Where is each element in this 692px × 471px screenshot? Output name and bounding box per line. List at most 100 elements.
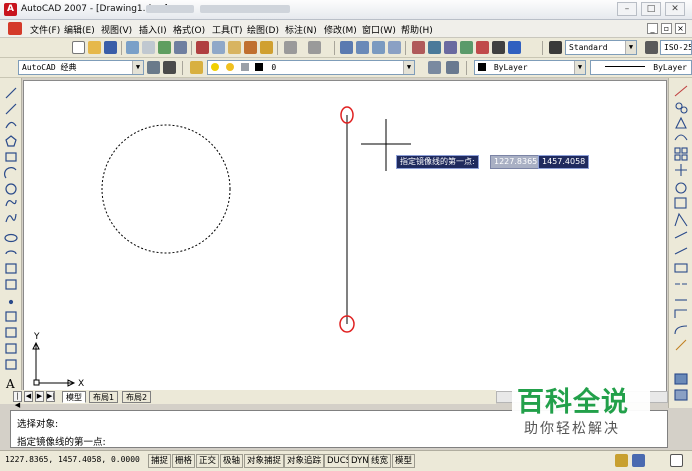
sheet-set-icon[interactable] bbox=[460, 41, 473, 54]
region-icon bbox=[5, 343, 17, 354]
zoom-realtime-icon[interactable] bbox=[356, 41, 369, 54]
dynamic-input-y[interactable]: 1457.4058 bbox=[538, 155, 590, 169]
trim-icon bbox=[674, 231, 688, 239]
paste-icon[interactable] bbox=[228, 41, 241, 54]
zoom-previous-icon[interactable] bbox=[388, 41, 401, 54]
dim-style-select[interactable]: ISO-25 bbox=[660, 40, 692, 55]
mdi-close-button[interactable]: × bbox=[675, 23, 686, 34]
status-bar: 1227.8365, 1457.4058, 0.0000 捕捉 栅格 正交 极轴… bbox=[0, 450, 692, 471]
dim-style-icon[interactable] bbox=[645, 41, 658, 54]
close-button[interactable]: ✕ bbox=[665, 2, 685, 16]
model-space-toggle[interactable]: 模型 bbox=[392, 454, 416, 468]
chevron-down-icon[interactable]: ▼ bbox=[132, 61, 143, 74]
clean-screen-icon[interactable] bbox=[670, 454, 683, 467]
lineweight-toggle[interactable]: 线宽 bbox=[368, 454, 392, 468]
layer-manager-icon[interactable] bbox=[190, 61, 203, 74]
match-properties-icon[interactable] bbox=[244, 41, 257, 54]
menu-file[interactable]: 文件(F) bbox=[30, 23, 60, 36]
properties-icon[interactable] bbox=[412, 41, 425, 54]
tab-prev-button[interactable]: ◀ bbox=[24, 391, 33, 402]
zoom-window-icon[interactable] bbox=[372, 41, 385, 54]
minimize-button[interactable]: – bbox=[617, 2, 637, 16]
design-center-icon[interactable] bbox=[428, 41, 441, 54]
workspace-settings-icon[interactable] bbox=[147, 61, 160, 74]
menu-dimension[interactable]: 标注(N) bbox=[285, 23, 317, 36]
drawing-canvas[interactable]: Y X bbox=[23, 80, 667, 392]
tab-layout1[interactable]: 布局1 bbox=[89, 391, 119, 403]
title-bar: A AutoCAD 2007 - [Drawing1.dwg] – □ ✕ bbox=[0, 0, 692, 20]
block-editor-icon[interactable] bbox=[260, 41, 273, 54]
tab-first-button[interactable]: |◀ bbox=[13, 391, 22, 409]
tab-layout2[interactable]: 布局2 bbox=[122, 391, 152, 403]
mdi-minimize-button[interactable]: _ bbox=[647, 23, 658, 34]
dynamic-input-x[interactable]: 1227.8365 bbox=[490, 155, 542, 169]
otrack-toggle[interactable]: 对象追踪 bbox=[284, 454, 325, 468]
copy-icon[interactable] bbox=[212, 41, 225, 54]
coordinate-readout[interactable]: 1227.8365, 1457.4058, 0.0000 bbox=[5, 455, 140, 464]
make-current-layer-icon[interactable] bbox=[428, 61, 441, 74]
linetype-select[interactable]: ByLayer bbox=[590, 60, 692, 75]
calculator-icon[interactable] bbox=[492, 41, 505, 54]
my-workspace-icon[interactable] bbox=[163, 61, 176, 74]
new-icon[interactable] bbox=[72, 41, 85, 54]
toolbar-separator bbox=[121, 41, 122, 55]
ortho-toggle[interactable]: 正交 bbox=[196, 454, 220, 468]
linetype-preview bbox=[605, 66, 646, 67]
polar-toggle[interactable]: 极轴 bbox=[220, 454, 244, 468]
menu-help[interactable]: 帮助(H) bbox=[401, 23, 433, 36]
maximize-button[interactable]: □ bbox=[641, 2, 661, 16]
redo-icon[interactable] bbox=[308, 41, 321, 54]
color-swatch bbox=[255, 63, 264, 71]
menu-window[interactable]: 窗口(W) bbox=[362, 23, 396, 36]
text-style-select[interactable]: Standard ▼ bbox=[565, 40, 637, 55]
save-icon[interactable] bbox=[104, 41, 117, 54]
print-icon[interactable] bbox=[126, 41, 139, 54]
menu-format[interactable]: 格式(O) bbox=[173, 23, 205, 36]
undo-icon[interactable] bbox=[284, 41, 297, 54]
chevron-down-icon[interactable]: ▼ bbox=[574, 61, 585, 74]
menu-edit[interactable]: 编辑(E) bbox=[64, 23, 95, 36]
chevron-down-icon[interactable]: ▼ bbox=[625, 41, 636, 54]
communication-center-icon[interactable] bbox=[632, 454, 645, 467]
construction-line-icon bbox=[5, 103, 17, 115]
layer-previous-icon[interactable] bbox=[446, 61, 459, 74]
tab-model[interactable]: 模型 bbox=[62, 391, 86, 403]
help-icon[interactable] bbox=[508, 41, 521, 54]
mdi-restore-button[interactable]: ▫ bbox=[661, 23, 672, 34]
tab-next-button[interactable]: ▶ bbox=[35, 391, 44, 402]
lock-icon bbox=[240, 63, 249, 71]
menu-view[interactable]: 视图(V) bbox=[101, 23, 132, 36]
menu-draw[interactable]: 绘图(D) bbox=[247, 23, 279, 36]
cut-icon[interactable] bbox=[196, 41, 209, 54]
pan-icon[interactable] bbox=[340, 41, 353, 54]
autocad-app-icon[interactable]: A bbox=[4, 3, 17, 16]
menu-modify[interactable]: 修改(M) bbox=[324, 23, 357, 36]
menu-tools[interactable]: 工具(T) bbox=[212, 23, 243, 36]
selected-circle[interactable] bbox=[101, 124, 231, 254]
tab-last-button[interactable]: ▶| bbox=[46, 391, 55, 402]
open-icon[interactable] bbox=[88, 41, 101, 54]
osnap-toggle[interactable]: 对象捕捉 bbox=[244, 454, 285, 468]
3d-dwf-icon[interactable] bbox=[174, 41, 187, 54]
chevron-down-icon[interactable]: ▼ bbox=[403, 61, 414, 74]
tray-settings-icon[interactable] bbox=[615, 454, 628, 467]
properties-palette-icon bbox=[674, 389, 688, 401]
toolbar-separator bbox=[182, 61, 183, 75]
color-value: ByLayer bbox=[493, 63, 528, 72]
offset-icon bbox=[674, 134, 688, 141]
document-icon[interactable] bbox=[8, 22, 22, 35]
markup-icon[interactable] bbox=[476, 41, 489, 54]
grid-toggle[interactable]: 栅格 bbox=[172, 454, 196, 468]
workspace-select[interactable]: AutoCAD 经典 ▼ bbox=[18, 60, 144, 75]
menu-insert[interactable]: 插入(I) bbox=[139, 23, 167, 36]
color-select[interactable]: ByLayer ▼ bbox=[474, 60, 586, 75]
command-prompt-line: 指定镜像线的第一点: bbox=[17, 437, 106, 448]
chamfer-icon bbox=[674, 309, 687, 318]
array-icon bbox=[681, 154, 688, 161]
layer-select[interactable]: 0 ▼ bbox=[207, 60, 415, 75]
text-style-icon[interactable] bbox=[549, 41, 562, 54]
plot-preview-icon[interactable] bbox=[142, 41, 155, 54]
publish-icon[interactable] bbox=[158, 41, 171, 54]
snap-toggle[interactable]: 捕捉 bbox=[148, 454, 172, 468]
tool-palettes-icon[interactable] bbox=[444, 41, 457, 54]
